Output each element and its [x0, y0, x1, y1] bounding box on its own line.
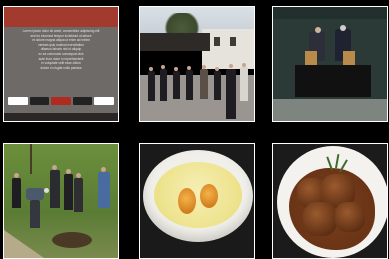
courtyard-ground [140, 75, 254, 121]
person-head [215, 67, 219, 71]
person-head [44, 188, 49, 193]
speaker-head [315, 27, 321, 33]
window [230, 37, 236, 46]
custard [154, 162, 242, 228]
person [186, 70, 193, 100]
window [214, 37, 220, 46]
gallery-item-stage-speakers[interactable] [272, 6, 388, 122]
tree-trunk [30, 144, 32, 174]
person [160, 69, 167, 101]
roof-overhang [140, 33, 210, 51]
person [64, 174, 73, 210]
person-head [202, 65, 206, 69]
person [12, 178, 21, 208]
meat-piece [335, 202, 365, 232]
person-head [52, 165, 57, 170]
awning [273, 7, 387, 19]
sponsor-logo [72, 96, 93, 105]
person [214, 71, 221, 100]
card-header-band [4, 7, 118, 27]
person-legs [30, 200, 40, 228]
person [200, 69, 208, 99]
person-head [66, 169, 71, 174]
person-head [101, 167, 106, 172]
person-head [229, 64, 233, 68]
person [226, 69, 236, 119]
sponsor-logo [29, 96, 50, 105]
person [148, 71, 155, 101]
person [240, 67, 248, 101]
soil-mound [52, 232, 92, 248]
person [74, 178, 83, 212]
stage-table [295, 65, 371, 97]
person [50, 170, 60, 208]
person-bending [26, 188, 44, 200]
peach-slice [200, 184, 218, 208]
gallery-item-courtyard-gathering[interactable] [139, 6, 255, 122]
gallery-item-invitation-card[interactable]: Lorem ipsum dolor sit amet, consectetur … [3, 6, 119, 122]
sponsor-logo [94, 96, 114, 105]
sponsor-logo [51, 96, 71, 105]
speaker-head [340, 25, 346, 31]
gallery-item-tree-planting[interactable] [3, 143, 119, 259]
sponsor-logos [8, 96, 114, 105]
person-head [161, 65, 165, 69]
floor [273, 99, 387, 121]
person [98, 172, 110, 208]
peach-slice [178, 188, 196, 214]
person [173, 71, 180, 99]
person-head [149, 67, 153, 71]
person-head [242, 63, 246, 67]
person-head [187, 66, 191, 70]
invitation-card-image: Lorem ipsum dolor sit amet, consectetur … [4, 7, 118, 121]
card-footer-band [4, 113, 118, 121]
meat-piece [303, 202, 337, 236]
person-head [14, 173, 19, 178]
gallery-item-dessert-dish[interactable] [139, 143, 255, 259]
gallery-item-meat-dish[interactable] [272, 143, 388, 259]
card-text: Lorem ipsum dolor sit amet, consectetur … [22, 29, 100, 70]
person-head [76, 173, 81, 178]
sponsor-logo [8, 96, 28, 105]
person-head [174, 67, 178, 71]
